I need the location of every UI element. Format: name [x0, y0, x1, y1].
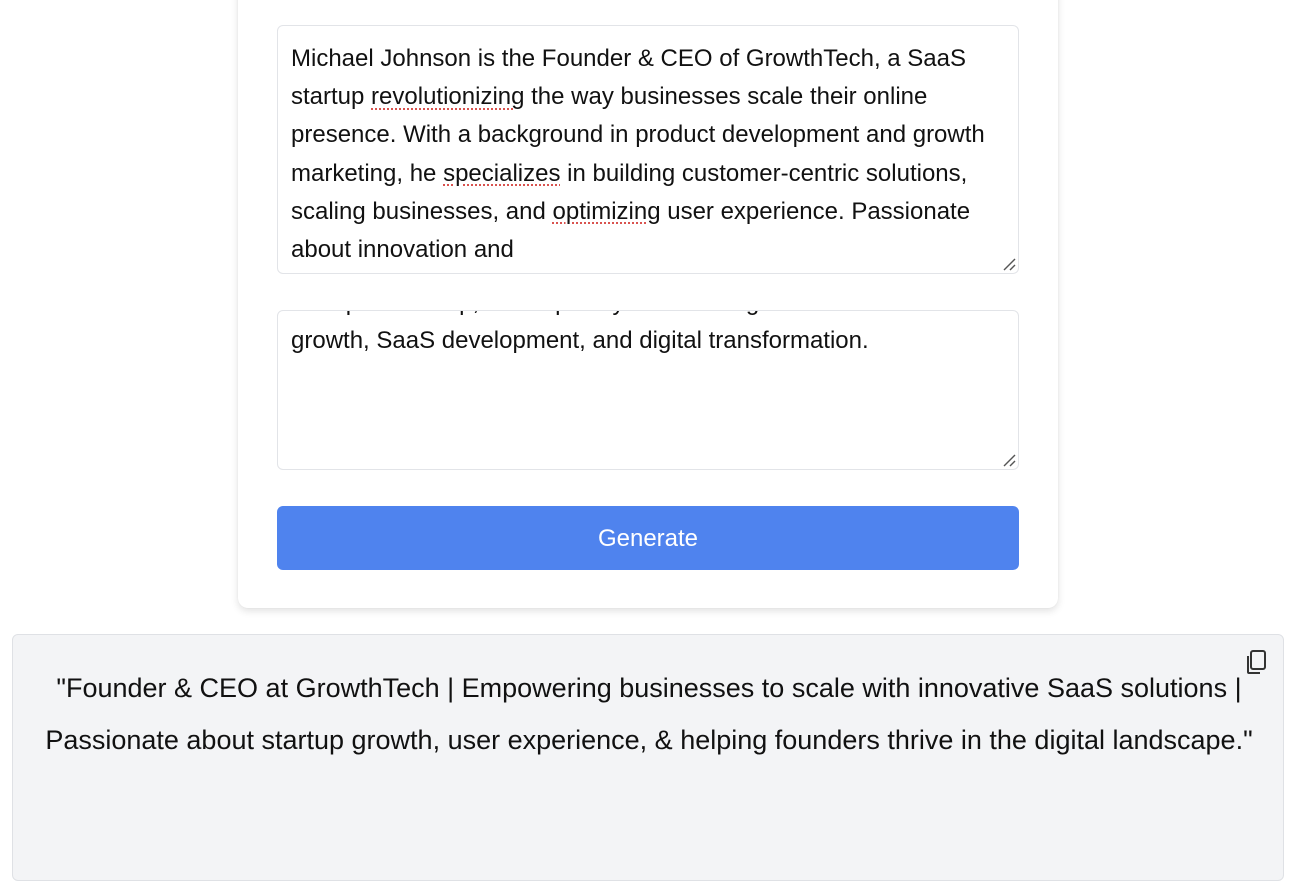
second-textarea-content[interactable]: entrepreneurship, he frequently shares i…: [291, 311, 991, 360]
spellcheck-word[interactable]: specializes: [443, 160, 560, 187]
spellcheck-word[interactable]: optimizing: [553, 198, 661, 225]
resize-handle-icon[interactable]: [1001, 256, 1017, 272]
result-panel: "Founder & CEO at GrowthTech | Empowerin…: [12, 634, 1284, 881]
bio-textarea-content[interactable]: Michael Johnson is the Founder & CEO of …: [291, 40, 991, 269]
spellcheck-word[interactable]: revolutionizing: [371, 83, 524, 110]
generated-headline: "Founder & CEO at GrowthTech | Empowerin…: [45, 673, 1253, 755]
generate-button[interactable]: Generate: [277, 506, 1019, 570]
resize-handle-icon[interactable]: [1001, 452, 1017, 468]
bio-textarea[interactable]: Michael Johnson is the Founder & CEO of …: [277, 25, 1019, 274]
second-textarea[interactable]: entrepreneurship, he frequently shares i…: [277, 310, 1019, 470]
